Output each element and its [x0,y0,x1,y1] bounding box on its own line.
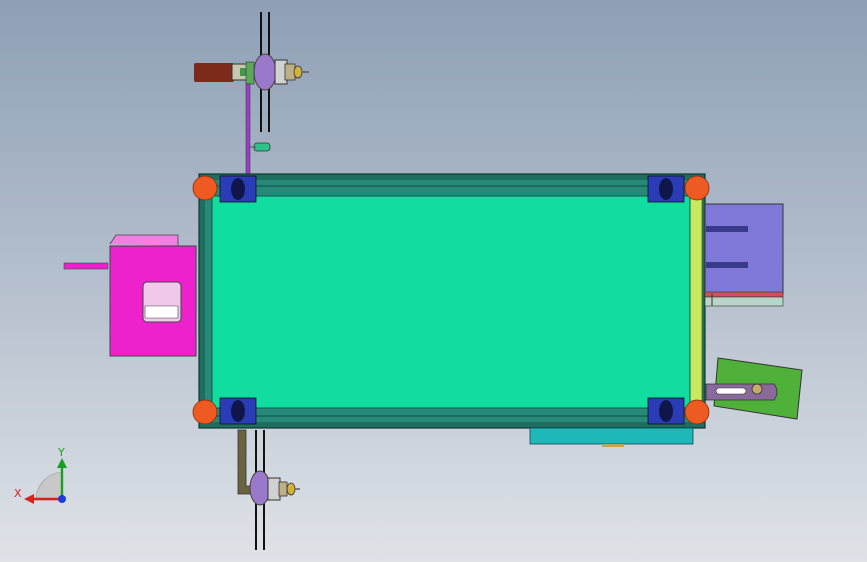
coordinate-triad[interactable]: Y X [14,446,67,504]
tension-slot [715,387,747,395]
main-frame[interactable] [198,173,706,429]
caster-wheel [659,400,673,422]
top-link-rod [245,83,251,177]
cad-viewport[interactable]: Y X [0,0,867,562]
caster-bottom-right[interactable] [647,397,685,425]
foot-top-left[interactable] [192,175,218,201]
bottom-pulley [249,470,271,506]
bottom-shaft-nut [286,482,296,496]
top-bearing-cap [284,63,296,81]
right-panel [704,203,784,295]
bottom-bearing-cap [278,481,288,497]
bottom-bearing-block [267,477,281,501]
assembly-drawing: Y X [14,12,803,550]
x-axis-arrowhead [24,494,34,504]
top-pulley [253,53,277,91]
right-tension-plate[interactable] [705,357,803,420]
foot-bottom-left[interactable] [192,399,218,425]
caster-top-left[interactable] [219,175,257,203]
left-control-box[interactable] [63,234,197,357]
bottom-drive-assembly[interactable] [237,429,300,550]
foot-top-right[interactable] [684,175,710,201]
panel-slot-top [706,226,748,232]
caster-wheel [231,400,245,422]
right-frame-rail [689,195,703,411]
top-bracket [245,61,255,85]
y-axis-arrowhead [57,458,67,468]
bottom-teal-bar[interactable] [529,427,694,445]
top-drive-assembly[interactable] [194,12,309,177]
table-top [211,195,691,409]
left-box-lid [109,234,179,246]
panel-slot-bottom [706,262,748,268]
foot-bottom-right[interactable] [684,399,710,425]
panel-base-rail [704,296,784,307]
top-motor-housing [194,63,234,82]
right-panel-assembly[interactable] [704,203,784,307]
triad-plane-icon [35,471,63,501]
panel-red-rail [704,291,784,298]
tension-bolt [751,383,763,395]
caster-top-right[interactable] [647,175,685,203]
left-arm [63,262,109,270]
y-axis-label: Y [57,446,65,459]
left-box-window-pane [144,305,179,319]
caster-wheel [659,178,673,200]
top-shaft-nut [293,65,303,79]
caster-bottom-left[interactable] [219,397,257,425]
caster-wheel [231,178,245,200]
top-roller [253,142,271,152]
x-axis-label: X [14,487,22,500]
z-axis-dot [58,495,66,503]
bottom-bar-tab [602,444,624,447]
